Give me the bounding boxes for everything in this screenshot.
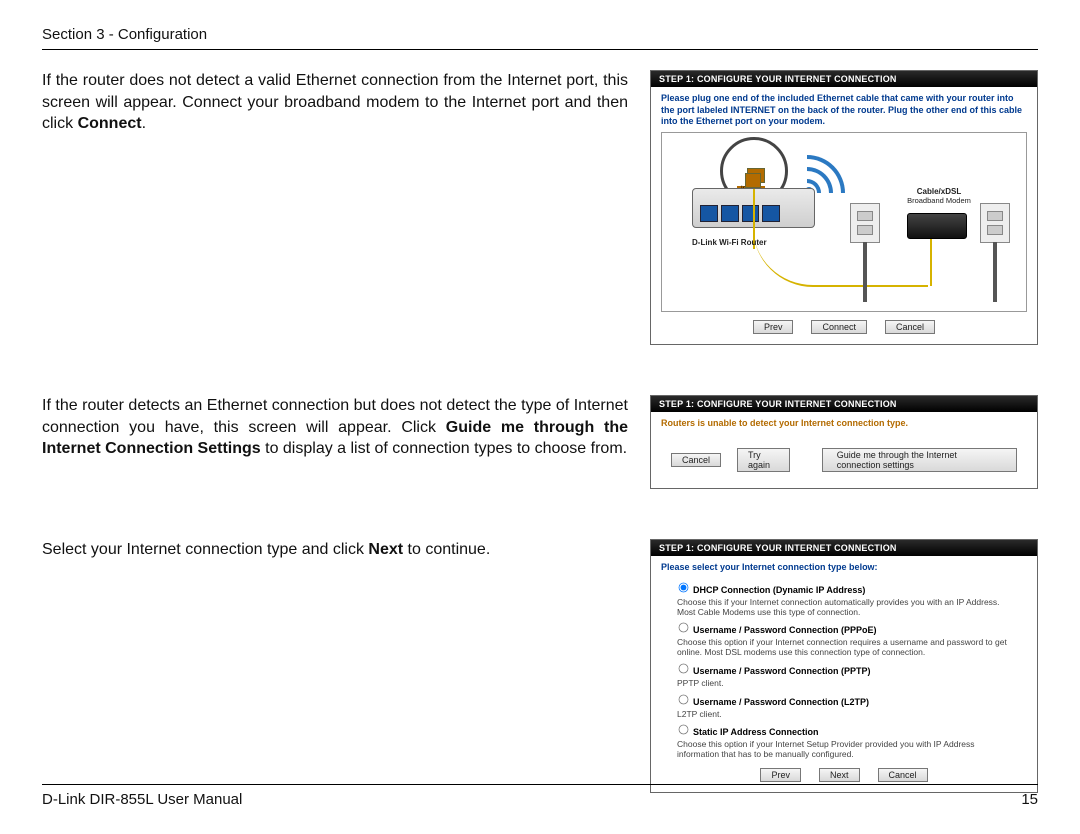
wall-outlet-icon [980, 203, 1010, 243]
footer-page: 15 [1021, 791, 1038, 808]
conn-type-desc: Choose this if your Internet connection … [677, 598, 1017, 618]
wall-outlet-icon [850, 203, 880, 243]
copy-connect-modem: If the router does not detect a valid Et… [42, 70, 628, 135]
conn-type-desc: Choose this option if your Internet Setu… [677, 740, 1017, 760]
bold-connect: Connect [78, 115, 142, 132]
panel-title: STEP 1: CONFIGURE YOUR INTERNET CONNECTI… [651, 396, 1037, 412]
row-detect-type: If the router detects an Ethernet connec… [42, 395, 1038, 489]
panel-title: STEP 1: CONFIGURE YOUR INTERNET CONNECTI… [651, 540, 1037, 556]
prev-button[interactable]: Prev [760, 768, 801, 782]
conn-type-label: Username / Password Connection (PPTP) [693, 666, 871, 676]
wifi-icon [807, 143, 862, 193]
conn-type-radio[interactable] [679, 623, 689, 633]
router-label: D-Link Wi-Fi Router [692, 238, 767, 247]
bold-next: Next [368, 541, 403, 558]
guide-me-button[interactable]: Guide me through the Internet connection… [822, 448, 1017, 472]
conn-type-label: Username / Password Connection (PPPoE) [693, 625, 877, 635]
conn-type-desc: PPTP client. [677, 679, 1017, 689]
conn-type-radio[interactable] [679, 663, 689, 673]
conn-type-radio[interactable] [679, 725, 689, 735]
cancel-button[interactable]: Cancel [671, 453, 721, 467]
copy-detect-type: If the router detects an Ethernet connec… [42, 395, 628, 460]
row-select-type: Select your Internet connection type and… [42, 539, 1038, 793]
try-again-button[interactable]: Try again [737, 448, 790, 472]
panel-warning: Routers is unable to detect your Interne… [661, 418, 1027, 428]
copy-text-after: . [142, 115, 146, 132]
conn-type-radio[interactable] [679, 694, 689, 704]
page-header: Section 3 - Configuration [42, 26, 1038, 50]
connect-button[interactable]: Connect [811, 320, 867, 334]
copy-text: Select your Internet connection type and… [42, 541, 368, 558]
panel-step1-diagram: STEP 1: CONFIGURE YOUR INTERNET CONNECTI… [650, 70, 1038, 345]
conn-type-label: Username / Password Connection (L2TP) [693, 697, 869, 707]
panel-title: STEP 1: CONFIGURE YOUR INTERNET CONNECTI… [651, 71, 1037, 87]
connection-diagram: Internet D-Link Wi-Fi Router Cable/xDSL … [661, 132, 1027, 312]
modem-label-sub: Broadband Modem [904, 197, 974, 205]
modem-icon [907, 213, 967, 239]
conn-type-desc: Choose this option if your Internet conn… [677, 638, 1017, 658]
conn-type-desc: L2TP client. [677, 710, 1017, 720]
conn-type-radio[interactable] [679, 582, 689, 592]
panel-step1-unable: STEP 1: CONFIGURE YOUR INTERNET CONNECTI… [650, 395, 1038, 489]
conn-type-label: DHCP Connection (Dynamic IP Address) [693, 585, 865, 595]
panel-step1-select: STEP 1: CONFIGURE YOUR INTERNET CONNECTI… [650, 539, 1038, 793]
panel-prompt: Please select your Internet connection t… [661, 562, 1027, 574]
next-button[interactable]: Next [819, 768, 860, 782]
conn-type-label: Static IP Address Connection [693, 727, 819, 737]
connection-type-radios: DHCP Connection (Dynamic IP Address) Choo… [661, 580, 1027, 760]
cancel-button[interactable]: Cancel [885, 320, 935, 334]
page-footer: D-Link DIR-855L User Manual 15 [42, 784, 1038, 808]
row-connect-modem: If the router does not detect a valid Et… [42, 70, 1038, 345]
cancel-button[interactable]: Cancel [878, 768, 928, 782]
copy-text-after: to display a list of connection types to… [261, 440, 627, 457]
prev-button[interactable]: Prev [753, 320, 794, 334]
footer-left: D-Link DIR-855L User Manual [42, 791, 242, 808]
copy-select-type: Select your Internet connection type and… [42, 539, 628, 561]
modem-label: Cable/xDSL Broadband Modem [904, 188, 974, 205]
copy-text-after: to continue. [403, 541, 490, 558]
panel-instruction: Please plug one end of the included Ethe… [661, 93, 1027, 128]
